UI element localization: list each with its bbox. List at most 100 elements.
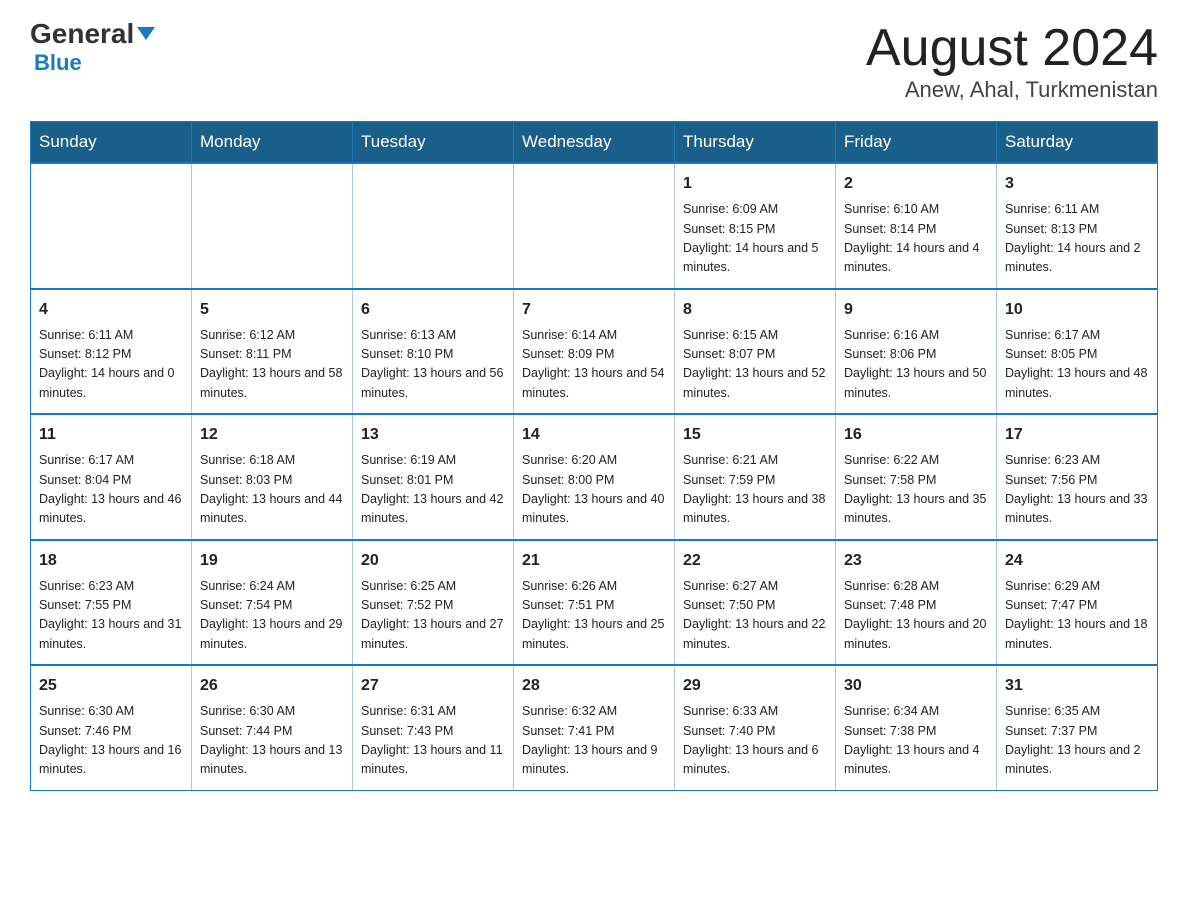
calendar-week-row: 25Sunrise: 6:30 AMSunset: 7:46 PMDayligh… [31, 665, 1158, 790]
day-info: Sunrise: 6:10 AMSunset: 8:14 PMDaylight:… [844, 200, 988, 278]
calendar-subtitle: Anew, Ahal, Turkmenistan [866, 77, 1158, 103]
day-number: 4 [39, 298, 183, 322]
calendar-day-2: 2Sunrise: 6:10 AMSunset: 8:14 PMDaylight… [836, 163, 997, 289]
calendar-empty-cell [31, 163, 192, 289]
calendar-day-10: 10 Sunrise: 6:17 AMSunset: 8:05 PMDayligh… [997, 289, 1158, 415]
calendar-day-19: 19Sunrise: 6:24 AMSunset: 7:54 PMDayligh… [192, 540, 353, 666]
calendar-day-14: 14Sunrise: 6:20 AMSunset: 8:00 PMDayligh… [514, 414, 675, 540]
day-number: 8 [683, 298, 827, 322]
day-info: Sunrise: 6:14 AMSunset: 8:09 PMDaylight:… [522, 326, 666, 404]
day-info: Sunrise: 6:22 AMSunset: 7:58 PMDaylight:… [844, 451, 988, 529]
calendar-day-25: 25Sunrise: 6:30 AMSunset: 7:46 PMDayligh… [31, 665, 192, 790]
logo-general-text: General [30, 20, 155, 48]
calendar-day-16: 16 Sunrise: 6:22 AMSunset: 7:58 PMDayligh… [836, 414, 997, 540]
day-info: Sunrise: 6:19 AMSunset: 8:01 PMDaylight:… [361, 451, 505, 529]
calendar-day-21: 21 Sunrise: 6:26 AMSunset: 7:51 PMDayligh… [514, 540, 675, 666]
page-header: General Blue August 2024 Anew, Ahal, Tur… [30, 20, 1158, 103]
calendar-day-8: 8 Sunrise: 6:15 AMSunset: 8:07 PMDaylight… [675, 289, 836, 415]
day-header-sunday: Sunday [31, 122, 192, 164]
day-info: Sunrise: 6:16 AMSunset: 8:06 PMDaylight:… [844, 326, 988, 404]
day-number: 9 [844, 298, 988, 322]
calendar-week-row: 18 Sunrise: 6:23 AMSunset: 7:55 PMDayligh… [31, 540, 1158, 666]
calendar-day-18: 18 Sunrise: 6:23 AMSunset: 7:55 PMDayligh… [31, 540, 192, 666]
day-info: Sunrise: 6:09 AMSunset: 8:15 PMDaylight:… [683, 200, 827, 278]
day-number: 21 [522, 549, 666, 573]
day-number: 1 [683, 172, 827, 196]
calendar-day-29: 29Sunrise: 6:33 AMSunset: 7:40 PMDayligh… [675, 665, 836, 790]
day-number: 16 [844, 423, 988, 447]
day-info: Sunrise: 6:30 AMSunset: 7:44 PMDaylight:… [200, 702, 344, 780]
calendar-day-4: 4 Sunrise: 6:11 AMSunset: 8:12 PMDaylight… [31, 289, 192, 415]
day-number: 11 [39, 423, 183, 447]
day-info: Sunrise: 6:23 AMSunset: 7:56 PMDaylight:… [1005, 451, 1149, 529]
calendar-day-20: 20 Sunrise: 6:25 AMSunset: 7:52 PMDayligh… [353, 540, 514, 666]
day-number: 3 [1005, 172, 1149, 196]
calendar-day-23: 23 Sunrise: 6:28 AMSunset: 7:48 PMDayligh… [836, 540, 997, 666]
day-number: 22 [683, 549, 827, 573]
calendar-day-9: 9 Sunrise: 6:16 AMSunset: 8:06 PMDaylight… [836, 289, 997, 415]
day-number: 10 [1005, 298, 1149, 322]
calendar-week-row: 4 Sunrise: 6:11 AMSunset: 8:12 PMDaylight… [31, 289, 1158, 415]
day-number: 24 [1005, 549, 1149, 573]
day-info: Sunrise: 6:29 AMSunset: 7:47 PMDaylight:… [1005, 577, 1149, 655]
day-info: Sunrise: 6:13 AMSunset: 8:10 PMDaylight:… [361, 326, 505, 404]
day-info: Sunrise: 6:15 AMSunset: 8:07 PMDaylight:… [683, 326, 827, 404]
day-header-thursday: Thursday [675, 122, 836, 164]
calendar-empty-cell [353, 163, 514, 289]
day-info: Sunrise: 6:12 AMSunset: 8:11 PMDaylight:… [200, 326, 344, 404]
calendar-day-1: 1 Sunrise: 6:09 AMSunset: 8:15 PMDaylight… [675, 163, 836, 289]
day-info: Sunrise: 6:32 AMSunset: 7:41 PMDaylight:… [522, 702, 666, 780]
day-number: 20 [361, 549, 505, 573]
calendar-title: August 2024 [866, 20, 1158, 77]
day-number: 14 [522, 423, 666, 447]
logo: General Blue [30, 20, 155, 76]
calendar-header-row: SundayMondayTuesdayWednesdayThursdayFrid… [31, 122, 1158, 164]
day-info: Sunrise: 6:11 AMSunset: 8:12 PMDaylight:… [39, 326, 183, 404]
day-info: Sunrise: 6:17 AMSunset: 8:04 PMDaylight:… [39, 451, 183, 529]
day-info: Sunrise: 6:28 AMSunset: 7:48 PMDaylight:… [844, 577, 988, 655]
calendar-day-30: 30Sunrise: 6:34 AMSunset: 7:38 PMDayligh… [836, 665, 997, 790]
title-area: August 2024 Anew, Ahal, Turkmenistan [866, 20, 1158, 103]
calendar-table: SundayMondayTuesdayWednesdayThursdayFrid… [30, 121, 1158, 791]
day-number: 26 [200, 674, 344, 698]
calendar-day-11: 11 Sunrise: 6:17 AMSunset: 8:04 PMDayligh… [31, 414, 192, 540]
calendar-day-3: 3 Sunrise: 6:11 AMSunset: 8:13 PMDaylight… [997, 163, 1158, 289]
calendar-day-13: 13 Sunrise: 6:19 AMSunset: 8:01 PMDayligh… [353, 414, 514, 540]
calendar-day-6: 6 Sunrise: 6:13 AMSunset: 8:10 PMDaylight… [353, 289, 514, 415]
calendar-day-22: 22 Sunrise: 6:27 AMSunset: 7:50 PMDayligh… [675, 540, 836, 666]
day-info: Sunrise: 6:23 AMSunset: 7:55 PMDaylight:… [39, 577, 183, 655]
day-info: Sunrise: 6:11 AMSunset: 8:13 PMDaylight:… [1005, 200, 1149, 278]
day-number: 23 [844, 549, 988, 573]
calendar-week-row: 11 Sunrise: 6:17 AMSunset: 8:04 PMDayligh… [31, 414, 1158, 540]
day-number: 12 [200, 423, 344, 447]
day-info: Sunrise: 6:26 AMSunset: 7:51 PMDaylight:… [522, 577, 666, 655]
day-number: 28 [522, 674, 666, 698]
day-number: 6 [361, 298, 505, 322]
day-info: Sunrise: 6:25 AMSunset: 7:52 PMDaylight:… [361, 577, 505, 655]
day-info: Sunrise: 6:21 AMSunset: 7:59 PMDaylight:… [683, 451, 827, 529]
day-info: Sunrise: 6:31 AMSunset: 7:43 PMDaylight:… [361, 702, 505, 780]
day-info: Sunrise: 6:27 AMSunset: 7:50 PMDaylight:… [683, 577, 827, 655]
day-header-monday: Monday [192, 122, 353, 164]
calendar-empty-cell [514, 163, 675, 289]
calendar-day-7: 7Sunrise: 6:14 AMSunset: 8:09 PMDaylight… [514, 289, 675, 415]
day-header-tuesday: Tuesday [353, 122, 514, 164]
day-number: 27 [361, 674, 505, 698]
day-header-friday: Friday [836, 122, 997, 164]
day-number: 15 [683, 423, 827, 447]
day-number: 31 [1005, 674, 1149, 698]
calendar-day-26: 26 Sunrise: 6:30 AMSunset: 7:44 PMDayligh… [192, 665, 353, 790]
logo-blue-text: Blue [34, 50, 82, 76]
day-number: 18 [39, 549, 183, 573]
calendar-day-12: 12Sunrise: 6:18 AMSunset: 8:03 PMDayligh… [192, 414, 353, 540]
calendar-day-17: 17 Sunrise: 6:23 AMSunset: 7:56 PMDayligh… [997, 414, 1158, 540]
day-number: 29 [683, 674, 827, 698]
day-number: 17 [1005, 423, 1149, 447]
day-number: 13 [361, 423, 505, 447]
calendar-week-row: 1 Sunrise: 6:09 AMSunset: 8:15 PMDaylight… [31, 163, 1158, 289]
calendar-day-28: 28 Sunrise: 6:32 AMSunset: 7:41 PMDayligh… [514, 665, 675, 790]
calendar-day-27: 27 Sunrise: 6:31 AMSunset: 7:43 PMDayligh… [353, 665, 514, 790]
day-info: Sunrise: 6:17 AMSunset: 8:05 PMDaylight:… [1005, 326, 1149, 404]
day-info: Sunrise: 6:35 AMSunset: 7:37 PMDaylight:… [1005, 702, 1149, 780]
day-info: Sunrise: 6:24 AMSunset: 7:54 PMDaylight:… [200, 577, 344, 655]
